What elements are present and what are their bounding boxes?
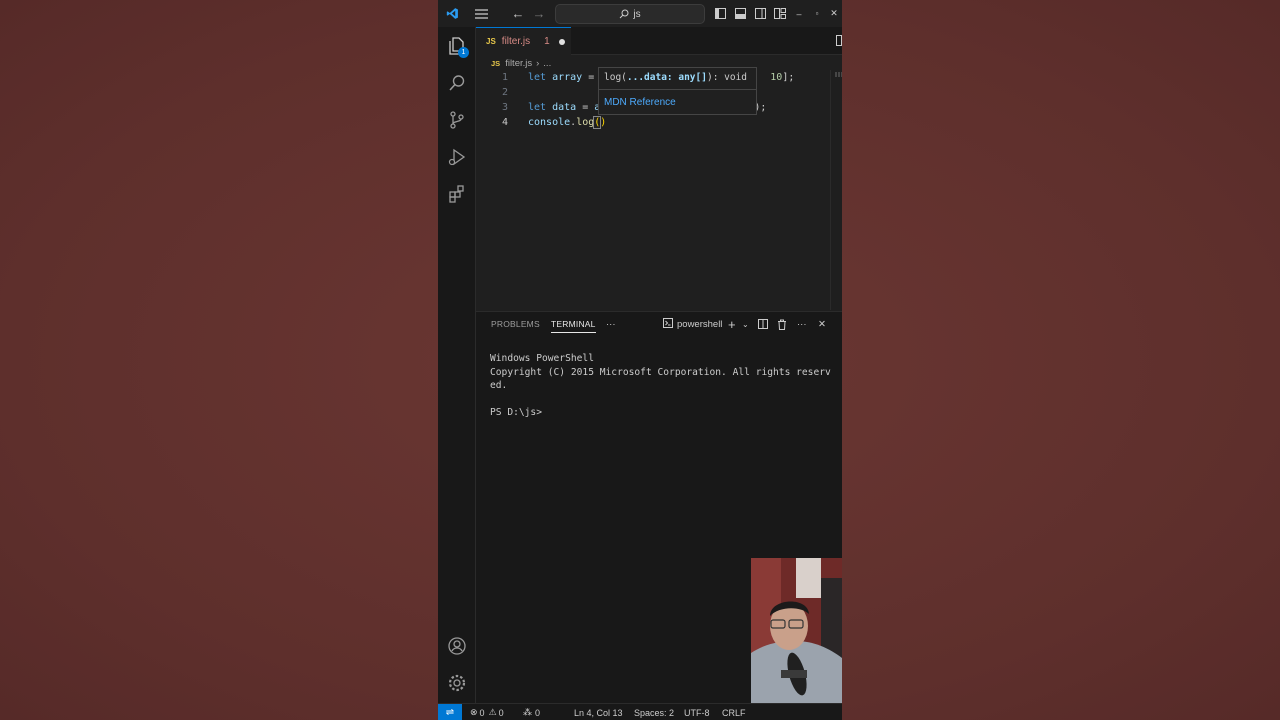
toggle-panel-icon[interactable] (732, 0, 748, 27)
presenter-image (751, 558, 842, 703)
hover-divider (599, 89, 756, 90)
unsaved-dot-icon[interactable] (558, 38, 565, 45)
broadcast-icon: ⁂ (523, 707, 532, 717)
back-arrow-icon[interactable]: ← (509, 0, 527, 27)
errors-count: 0 (479, 707, 485, 718)
code-line-4: console.log() (528, 116, 607, 129)
terminal-icon (663, 317, 673, 331)
ports-status[interactable]: ⁂ 0 (523, 704, 540, 720)
encoding[interactable]: UTF-8 (684, 704, 710, 720)
breadcrumb: JS filter.js › ... (491, 56, 551, 70)
tab-terminal[interactable]: TERMINAL (551, 319, 596, 333)
line-ending[interactable]: CRLF (722, 704, 746, 720)
panel-more-icon[interactable]: ··· (606, 317, 616, 331)
breadcrumb-separator: › (536, 57, 540, 69)
menu-icon[interactable] (471, 0, 491, 27)
line-number: 4 (501, 117, 508, 128)
activity-bar: 1 (438, 27, 476, 703)
trash-icon[interactable] (777, 317, 787, 331)
indentation[interactable]: Spaces: 2 (634, 704, 674, 720)
command-center-text: js (633, 8, 641, 20)
explorer-badge: 1 (458, 47, 469, 58)
tab-problems[interactable]: PROBLEMS (491, 319, 540, 329)
toggle-secondary-sidebar-icon[interactable] (752, 0, 768, 27)
signature-hover-widget: log(...data: any[]): void MDN Reference (598, 67, 757, 115)
search-icon[interactable] (438, 65, 475, 101)
terminal-shell-name: powershell (677, 318, 723, 330)
split-editor-icon[interactable] (836, 27, 842, 54)
new-terminal-icon[interactable]: + (728, 317, 736, 332)
warning-icon: ⚠ (488, 707, 497, 717)
terminal-line: Copyright (C) 2015 Microsoft Corporation… (490, 366, 831, 378)
breadcrumb-file[interactable]: filter.js (505, 58, 532, 69)
js-file-icon: JS (486, 37, 496, 46)
tab-filter-js[interactable]: JS filter.js 1 (476, 27, 571, 55)
split-terminal-icon[interactable] (758, 317, 768, 331)
close-panel-icon[interactable]: ✕ (818, 317, 826, 331)
command-center-search[interactable]: js (555, 4, 705, 24)
terminal-shell-selector[interactable]: powershell (663, 317, 722, 331)
tab-filename: filter.js (501, 36, 531, 47)
breadcrumb-rest[interactable]: ... (543, 58, 551, 69)
minimap[interactable] (835, 72, 842, 77)
source-control-icon[interactable] (438, 102, 475, 138)
search-icon (620, 9, 629, 19)
js-file-icon: JS (491, 58, 501, 68)
cursor-position[interactable]: Ln 4, Col 13 (574, 704, 623, 720)
line-number: 2 (501, 87, 508, 98)
status-bar: ⇌ ⊗ 0 ⚠ 0 ⁂ 0 Ln 4, Col 13 Spaces: 2 UTF… (438, 703, 842, 720)
mdn-reference-link[interactable]: MDN Reference (604, 97, 676, 108)
line-number: 1 (501, 72, 508, 83)
problems-status[interactable]: ⊗ 0 ⚠ 0 (470, 704, 504, 720)
terminal-prompt: PS D:\js> (490, 407, 542, 418)
close-icon[interactable]: ✕ (827, 0, 841, 27)
line-number: 3 (501, 102, 508, 113)
extensions-icon[interactable] (438, 176, 475, 212)
manage-gear-icon[interactable] (438, 665, 475, 701)
accounts-icon[interactable] (438, 628, 475, 664)
chevron-down-icon[interactable]: ⌄ (742, 317, 749, 331)
signature-text: log(...data: any[]): void (604, 72, 748, 83)
webcam-overlay (751, 558, 842, 703)
restore-icon[interactable]: ▫ (810, 0, 824, 27)
terminal-output[interactable]: Windows PowerShell Copyright (C) 2015 Mic… (490, 352, 831, 420)
run-and-debug-icon[interactable] (438, 139, 475, 175)
minimize-icon[interactable]: – (792, 0, 806, 27)
toggle-primary-sidebar-icon[interactable] (712, 0, 728, 27)
error-icon: ⊗ (470, 707, 478, 717)
minimap-border (830, 70, 831, 310)
title-bar: ← → js – ▫ ✕ (438, 0, 842, 27)
terminal-line: Windows PowerShell (490, 353, 594, 364)
explorer-icon[interactable]: 1 (438, 28, 475, 64)
forward-arrow-icon[interactable]: → (530, 0, 548, 27)
tab-problems-count: 1 (544, 36, 550, 47)
panel-more-actions-icon[interactable]: ··· (797, 317, 807, 331)
ports-count: 0 (535, 707, 541, 718)
warnings-count: 0 (498, 707, 504, 718)
customize-layout-icon[interactable] (772, 0, 788, 27)
editor-tabs: JS filter.js 1 ··· (476, 27, 842, 55)
remote-indicator-icon[interactable]: ⇌ (438, 704, 462, 720)
terminal-line: ed. (490, 380, 508, 391)
vscode-logo-icon (442, 0, 462, 27)
